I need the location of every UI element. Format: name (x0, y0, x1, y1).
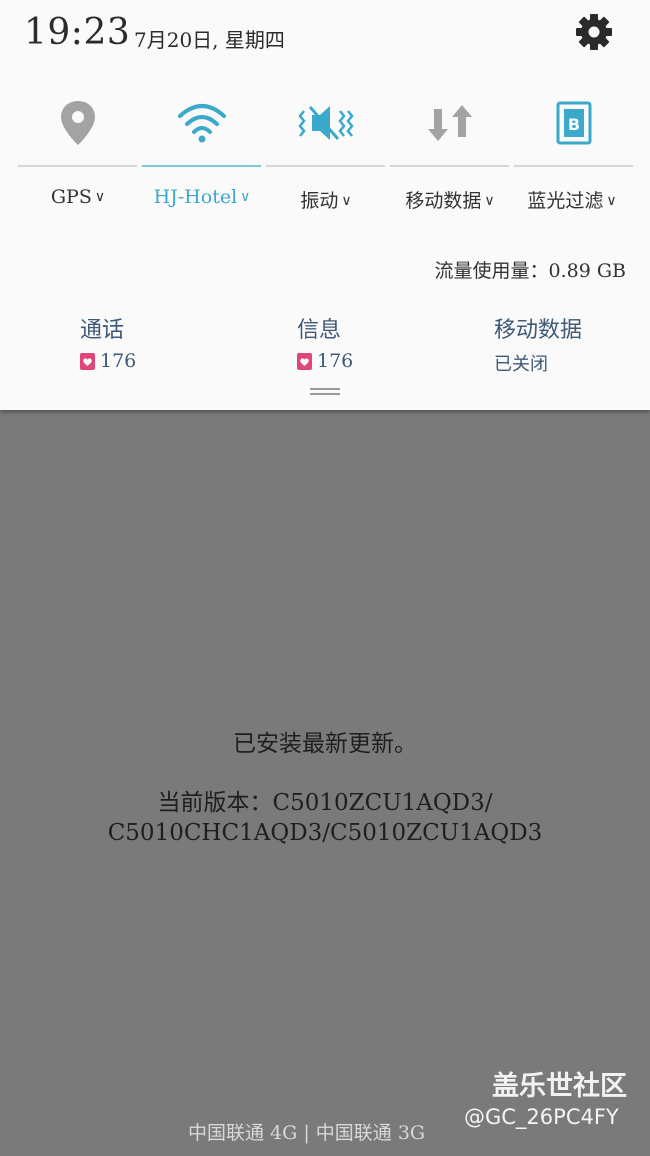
data-usage: 流量使用量：0.89 GB (434, 260, 627, 282)
gps-toggle[interactable] (18, 92, 138, 154)
wifi-label-dropdown[interactable]: HJ-Hotel ∨ (140, 186, 264, 208)
date: 7月20日, 星期四 (134, 28, 285, 52)
blue-light-filter-icon: B (556, 101, 592, 145)
carrier-label: 中国联通 4G | 中国联通 3G (188, 1122, 426, 1144)
mobile-data-icon (428, 105, 472, 141)
version-info: 当前版本：C5010ZCU1AQD3/ C5010CHC1AQD3/C5010Z… (0, 788, 650, 848)
chevron-down-icon: ∨ (606, 193, 617, 209)
mobile-data-status: 已关闭 (494, 354, 548, 375)
mobile-data-label-dropdown[interactable]: 移动数据 ∨ (388, 186, 512, 213)
messages-title: 信息 (297, 318, 342, 343)
mobile-data-label: 移动数据 (405, 190, 482, 212)
gps-label: GPS (50, 186, 92, 208)
calls-title: 通话 (80, 318, 125, 343)
gps-label-dropdown[interactable]: GPS ∨ (16, 186, 140, 208)
update-message: 已安装最新更新。 (233, 731, 417, 757)
heart-sim-icon (297, 352, 312, 370)
wifi-label: HJ-Hotel (153, 186, 238, 208)
vibrate-label: 振动 (300, 190, 339, 212)
messages-count: 176 (317, 350, 354, 372)
drag-handle[interactable] (310, 388, 340, 397)
watermark-title: 盖乐世社区 (492, 1071, 627, 1102)
wifi-toggle[interactable] (142, 92, 262, 154)
mobile-data-toggle[interactable] (390, 92, 510, 154)
blue-light-indicator-line (514, 165, 633, 167)
wifi-indicator-line (142, 165, 261, 167)
clock: 19:23 (24, 12, 131, 53)
vibrate-toggle[interactable] (266, 92, 386, 154)
version-line-1: 当前版本：C5010ZCU1AQD3/ (157, 790, 493, 816)
gps-indicator-line (18, 165, 137, 167)
blue-light-label-dropdown[interactable]: 蓝光过滤 ∨ (510, 186, 634, 213)
vibrate-icon (298, 106, 354, 140)
settings-gear-icon[interactable] (574, 12, 614, 52)
blue-light-filter-toggle[interactable]: B (514, 92, 634, 154)
notification-panel: 19:23 7月20日, 星期四 B GPS ∨ HJ-Hotel ∨ 振动 ∨… (0, 0, 650, 410)
location-icon (61, 101, 95, 145)
vibrate-label-dropdown[interactable]: 振动 ∨ (264, 186, 388, 213)
heart-sim-icon (80, 352, 95, 370)
mobile-data-stat-title: 移动数据 (494, 318, 583, 343)
mobile-data-indicator-line (390, 165, 509, 167)
svg-text:B: B (568, 115, 580, 134)
messages-stat[interactable]: 信息 176 (297, 312, 353, 372)
chevron-down-icon: ∨ (240, 189, 251, 205)
wifi-icon (178, 104, 226, 143)
mobile-data-stat[interactable]: 移动数据 已关闭 (494, 312, 582, 376)
chevron-down-icon: ∨ (94, 189, 106, 205)
chevron-down-icon: ∨ (484, 193, 495, 209)
chevron-down-icon: ∨ (341, 193, 352, 209)
watermark-handle: @GC_26PC4FY (464, 1105, 619, 1129)
calls-count: 176 (100, 350, 137, 372)
blue-light-label: 蓝光过滤 (527, 190, 604, 212)
version-line-2: C5010CHC1AQD3/C5010ZCU1AQD3 (107, 820, 543, 846)
calls-stat[interactable]: 通话 176 (80, 312, 136, 372)
vibrate-indicator-line (266, 165, 385, 167)
